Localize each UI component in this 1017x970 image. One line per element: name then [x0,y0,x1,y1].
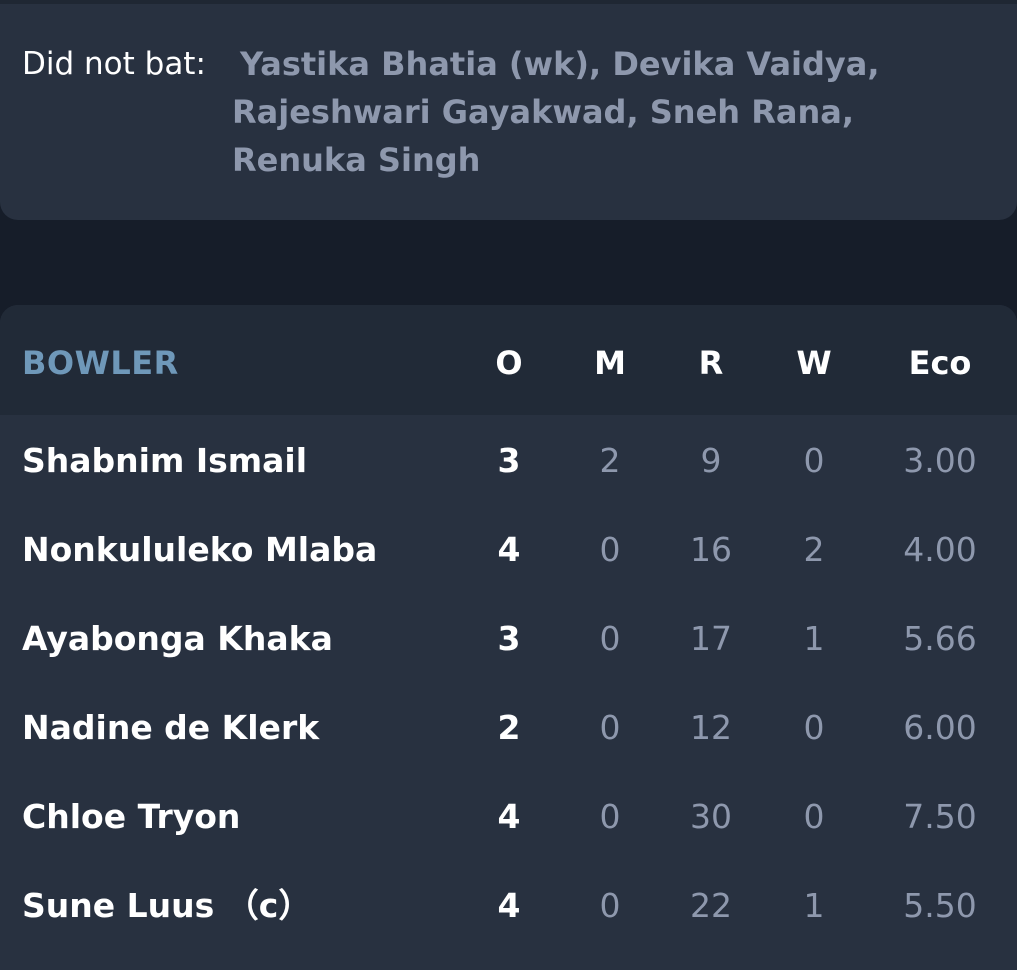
bowler-runs: 16 [690,530,732,569]
bowler-maidens: 0 [599,708,621,747]
bowler-row: Chloe Tryon 4 0 30 0 7.50 [0,771,1017,860]
bowler-wickets: 1 [803,619,825,658]
header-overs: O [495,344,523,382]
bowler-name[interactable]: Chloe Tryon [22,795,240,839]
bowler-runs: 9 [700,441,722,480]
did-not-bat-label: Did not bat: [22,46,206,82]
bowler-overs: 4 [497,530,521,569]
bowler-overs: 4 [497,886,521,925]
bowler-overs: 3 [497,441,521,480]
bowler-overs: 2 [497,708,521,747]
bowler-overs: 3 [497,619,521,658]
bowler-row: Sune Luus （c） 4 0 22 1 5.50 [0,860,1017,949]
bowler-wickets: 2 [803,530,825,569]
bowler-name[interactable]: Ayabonga Khaka [22,617,333,661]
bowler-maidens: 2 [599,441,621,480]
bowler-wickets: 0 [803,797,825,836]
bowler-maidens: 0 [599,530,621,569]
bowler-wickets: 0 [803,708,825,747]
bowler-overs: 4 [497,797,521,836]
header-bowler: BOWLER [22,344,179,382]
bowler-maidens: 0 [599,619,621,658]
bowler-economy: 5.66 [903,619,977,658]
bowler-economy: 4.00 [903,530,977,569]
did-not-bat-players: Yastika Bhatia (wk), Devika Vaidya, Raje… [232,45,880,179]
bowler-runs: 17 [690,619,732,658]
header-maidens: M [594,344,626,382]
bowler-row: Ayabonga Khaka 3 0 17 1 5.66 [0,593,1017,682]
bowling-table-header: BOWLER O M R W Eco [0,305,1017,415]
bowler-maidens: 0 [599,797,621,836]
bowler-runs: 30 [690,797,732,836]
bowler-row: Nonkululeko Mlaba 4 0 16 2 4.00 [0,504,1017,593]
bowler-name[interactable]: Shabnim Ismail [22,439,307,483]
header-economy: Eco [908,344,972,382]
bowler-wickets: 0 [803,441,825,480]
bowler-name[interactable]: Nonkululeko Mlaba [22,528,377,572]
bowler-row: Nadine de Klerk 2 0 12 0 6.00 [0,682,1017,771]
did-not-bat-card: Did not bat: Yastika Bhatia (wk), Devika… [0,0,1017,220]
bowler-name[interactable]: Sune Luus （c） [22,884,311,928]
bowling-scorecard: BOWLER O M R W Eco Shabnim Ismail 3 2 9 … [0,305,1017,970]
bowler-runs: 22 [690,886,732,925]
bowler-maidens: 0 [599,886,621,925]
header-runs: R [698,344,724,382]
bowler-economy: 5.50 [903,886,977,925]
bowler-economy: 6.00 [903,708,977,747]
bowler-runs: 12 [690,708,732,747]
bowler-wickets: 1 [803,886,825,925]
bowler-economy: 3.00 [903,441,977,480]
bowler-name[interactable]: Nadine de Klerk [22,706,319,750]
bowler-row: Shabnim Ismail 3 2 9 0 3.00 [0,415,1017,504]
header-wickets: W [796,344,832,382]
bowler-economy: 7.50 [903,797,977,836]
